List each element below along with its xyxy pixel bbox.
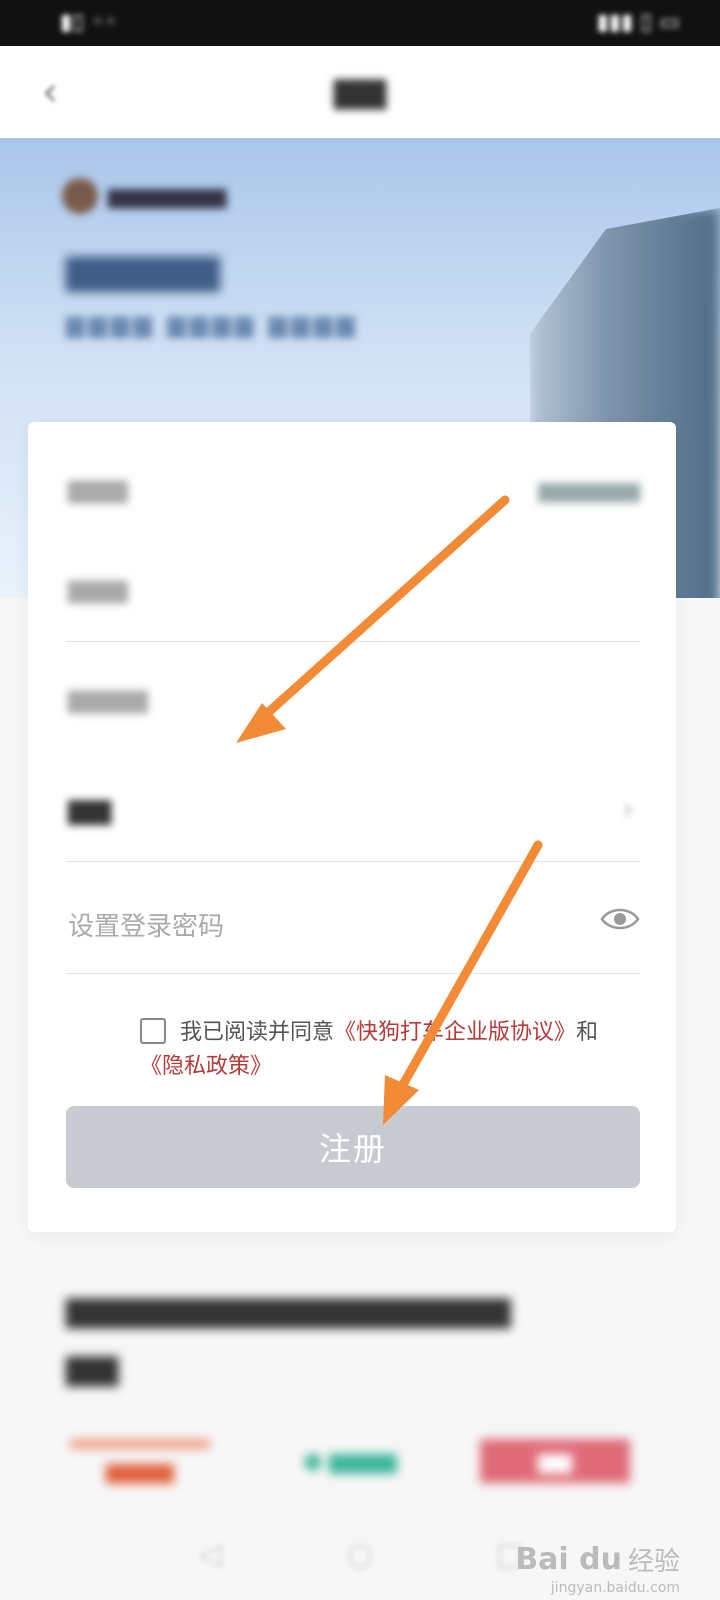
- partner-logo: ● ▆▆▆▆: [303, 1448, 397, 1474]
- city-value: ▆▆: [68, 792, 112, 825]
- baidu-watermark: Bai du 经验 jingyan.baidu.com: [515, 1541, 680, 1596]
- agree-checkbox[interactable]: [140, 1018, 166, 1044]
- status-bar-left: ▮▯ ◦◦: [60, 10, 118, 35]
- partner-logo: ▆▆▆▆: [70, 1439, 210, 1493]
- privacy-policy-link[interactable]: 《隐私政策》: [140, 1054, 272, 1079]
- verification-code-field[interactable]: ▆▆▆: [66, 532, 640, 642]
- status-bar-right: ▮▮▮ ▯ ▭: [596, 10, 680, 35]
- nav-bar: ‹ ▆▆: [0, 46, 720, 138]
- brand-name: ▆▆▆▆▆▆▆: [108, 183, 227, 209]
- password-placeholder: 设置登录密码: [68, 912, 225, 942]
- hero-title: ▆▆▆▆▆: [66, 246, 220, 292]
- nav-back-icon[interactable]: ◁: [190, 1534, 230, 1574]
- partner-logo: ▆▆: [480, 1439, 630, 1483]
- password-field[interactable]: 设置登录密码: [66, 864, 640, 974]
- divider: [66, 973, 640, 974]
- chevron-right-icon: ›: [622, 792, 634, 827]
- verification-code-placeholder: ▆▆▆: [68, 574, 128, 604]
- city-select-field[interactable]: ▆▆ ›: [66, 752, 640, 862]
- watermark-url: jingyan.baidu.com: [550, 1580, 680, 1596]
- agree-prefix: 我已阅读并同意: [180, 1020, 335, 1045]
- agreement-line-1: 我已阅读并同意《快狗打车企业版协议》和: [180, 1016, 598, 1050]
- phone-field[interactable]: ▆▆▆ ▆▆▆▆▆▆: [66, 432, 640, 542]
- brand-logo-icon: [62, 178, 98, 214]
- agree-conjunction: 和: [576, 1020, 599, 1045]
- get-code-link[interactable]: ▆▆▆▆▆▆: [538, 478, 640, 503]
- divider: [66, 861, 640, 862]
- promo-text: ▆▆▆▆▆▆▆▆▆▆▆▆▆▆▆▆▆ ▆▆: [66, 1289, 511, 1387]
- nav-home-icon[interactable]: ○: [340, 1534, 380, 1574]
- phone-field-placeholder: ▆▆▆: [68, 474, 128, 504]
- company-name-field[interactable]: ▆▆▆▆: [66, 642, 640, 752]
- watermark-text: 经验: [627, 1547, 680, 1577]
- register-button[interactable]: 注册: [66, 1106, 640, 1188]
- partner-logos: ▆▆▆▆ ● ▆▆▆▆ ▆▆: [0, 1425, 720, 1505]
- register-form-card: ▆▆▆ ▆▆▆▆▆▆ ▆▆▆ ▆▆▆▆ ▆▆ › 设置登录密码 我已阅读并同意《…: [28, 422, 676, 1232]
- agreement-line-2: 《隐私政策》: [140, 1050, 272, 1084]
- watermark-logo: Bai du: [515, 1542, 622, 1577]
- eye-icon[interactable]: [600, 904, 640, 934]
- status-bar: ▮▯ ◦◦ ▮▮▮ ▯ ▭: [0, 0, 720, 46]
- hero-subtitle: ▆▆▆▆ ▆▆▆▆ ▆▆▆▆: [66, 310, 359, 338]
- brand-row: ▆▆▆▆▆▆▆: [62, 178, 226, 214]
- company-name-placeholder: ▆▆▆▆: [68, 684, 148, 714]
- page-title: ▆▆: [333, 70, 387, 110]
- agreement-link[interactable]: 《快狗打车企业版协议》: [334, 1020, 576, 1045]
